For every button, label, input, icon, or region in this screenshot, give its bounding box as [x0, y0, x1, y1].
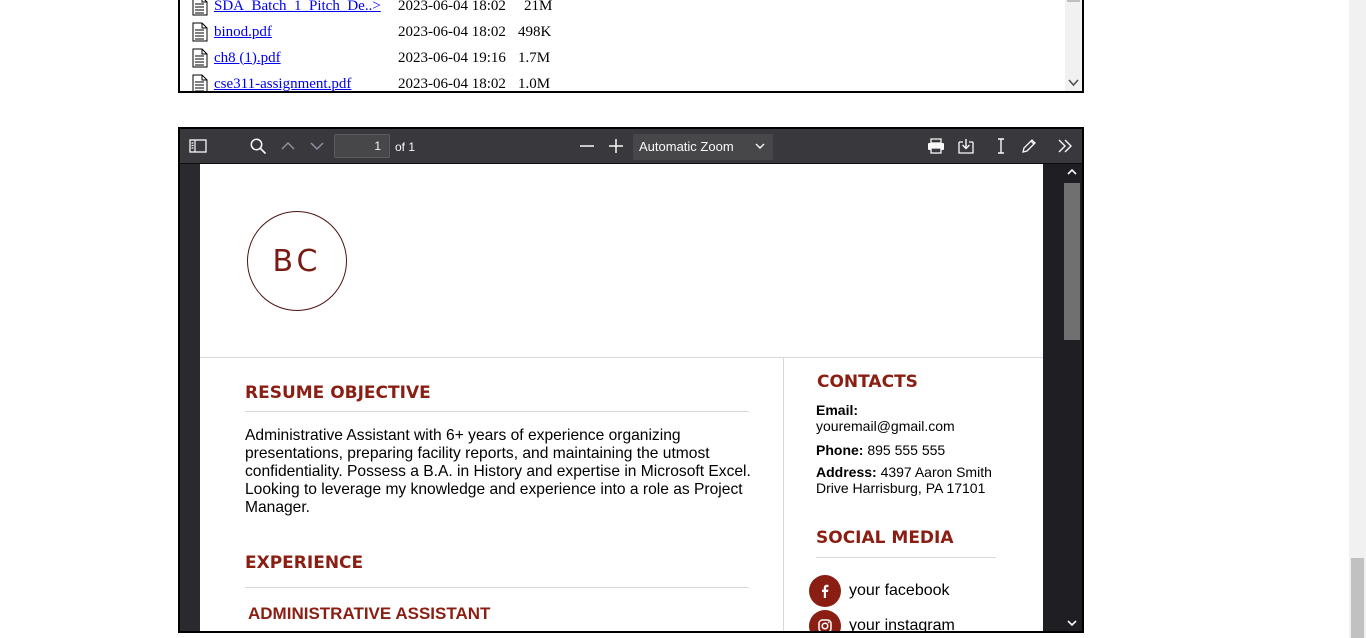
address-label: Address: — [816, 464, 877, 480]
section-rule — [245, 587, 749, 588]
contacts-heading: CONTACTS — [817, 372, 918, 392]
email-label: Email: — [816, 402, 859, 418]
file-size: 21M — [524, 0, 553, 14]
facebook-icon — [809, 575, 841, 607]
file-date: 2023-06-04 18:02 — [398, 23, 506, 40]
document-icon — [192, 22, 208, 42]
pdf-viewer-frame: 1 of 1 Automatic Zoom BC RESUME OBJECTIV… — [178, 127, 1084, 633]
page-number-input[interactable]: 1 — [334, 134, 390, 158]
header-divider — [200, 357, 1043, 358]
instagram-text: your instagram — [849, 617, 955, 631]
page-scroll-thumb[interactable] — [1351, 558, 1364, 638]
text-cursor-icon[interactable] — [991, 136, 1011, 156]
plus-icon[interactable] — [606, 136, 626, 156]
chevron-up-icon[interactable] — [278, 136, 298, 156]
listing-scroll-thumb[interactable] — [1067, 0, 1080, 2]
facebook-row: your facebook — [809, 575, 950, 607]
instagram-icon — [809, 610, 841, 631]
file-size: 1.0M — [518, 75, 551, 92]
pdf-toolbar: 1 of 1 Automatic Zoom — [180, 129, 1082, 164]
pdf-viewer-container[interactable]: BC RESUME OBJECTIVE Administrative Assis… — [180, 164, 1082, 631]
file-row: SDA_Batch_1_Pitch_De..> 2023-06-04 18:02… — [192, 0, 552, 19]
zoom-select-value: Automatic Zoom — [639, 139, 734, 154]
objective-text: Administrative Assistant with 6+ years o… — [245, 427, 751, 516]
file-row: cse311-assignment.pdf 2023-06-04 18:02 1… — [192, 71, 551, 92]
column-divider — [783, 358, 784, 631]
social-heading: SOCIAL MEDIA — [816, 528, 954, 548]
section-rule — [816, 557, 996, 558]
scroll-down-arrow-icon[interactable] — [1068, 78, 1079, 87]
job-title: ADMINISTRATIVE ASSISTANT — [248, 604, 491, 623]
double-chevron-right-icon[interactable] — [1055, 136, 1075, 156]
file-size: 498K — [518, 23, 552, 40]
scroll-up-arrow-icon[interactable] — [1067, 168, 1077, 176]
page-count-label: of 1 — [395, 140, 416, 154]
zoom-select[interactable]: Automatic Zoom — [633, 134, 773, 160]
document-icon — [192, 0, 208, 16]
email-value: youremail@gmail.com — [816, 418, 955, 434]
file-date: 2023-06-04 18:02 — [398, 0, 506, 14]
section-rule — [245, 411, 749, 412]
document-icon — [192, 74, 208, 91]
file-link[interactable]: cse311-assignment.pdf — [214, 76, 398, 92]
facebook-text: your facebook — [849, 582, 950, 599]
file-size: 1.7M — [518, 49, 551, 66]
listing-scrollbar[interactable] — [1065, 0, 1082, 91]
page-scrollbar[interactable] — [1349, 0, 1366, 638]
printer-icon[interactable] — [926, 136, 946, 156]
sidebar-toggle-icon[interactable] — [188, 136, 208, 156]
address-block: Address: 4397 Aaron Smith Drive Harrisbu… — [816, 464, 1006, 496]
download-icon[interactable] — [956, 136, 976, 156]
monogram-circle: BC — [247, 211, 347, 311]
scroll-down-arrow-icon[interactable] — [1067, 619, 1077, 627]
phone-value: 895 555 555 — [867, 442, 946, 458]
file-link[interactable]: binod.pdf — [214, 24, 398, 41]
chevron-down-icon — [755, 143, 765, 149]
pdf-scroll-thumb[interactable] — [1064, 183, 1080, 340]
email-block: Email: youremail@gmail.com — [816, 402, 1006, 434]
file-link[interactable]: SDA_Batch_1_Pitch_De..> — [214, 0, 398, 15]
chevron-down-icon[interactable] — [307, 136, 327, 156]
document-icon — [192, 48, 208, 68]
experience-heading: EXPERIENCE — [245, 553, 364, 573]
minus-icon[interactable] — [577, 136, 597, 156]
file-row: binod.pdf 2023-06-04 18:02 498K — [192, 19, 551, 45]
file-date: 2023-06-04 19:16 — [398, 49, 506, 66]
phone-block: Phone: 895 555 555 — [816, 442, 1006, 458]
instagram-row: your instagram — [809, 610, 955, 631]
file-date: 2023-06-04 18:02 — [398, 75, 506, 92]
file-link[interactable]: ch8 (1).pdf — [214, 50, 398, 67]
search-icon[interactable] — [248, 136, 268, 156]
objective-heading: RESUME OBJECTIVE — [245, 383, 431, 403]
phone-label: Phone: — [816, 442, 864, 458]
file-row: ch8 (1).pdf 2023-06-04 19:16 1.7M — [192, 45, 550, 71]
file-listing-frame: SDA_Batch_1_Pitch_De..> 2023-06-04 18:02… — [178, 0, 1084, 93]
pdf-page: BC RESUME OBJECTIVE Administrative Assis… — [200, 164, 1043, 631]
pdf-scrollbar[interactable] — [1043, 164, 1082, 631]
pencil-icon[interactable] — [1019, 136, 1039, 156]
